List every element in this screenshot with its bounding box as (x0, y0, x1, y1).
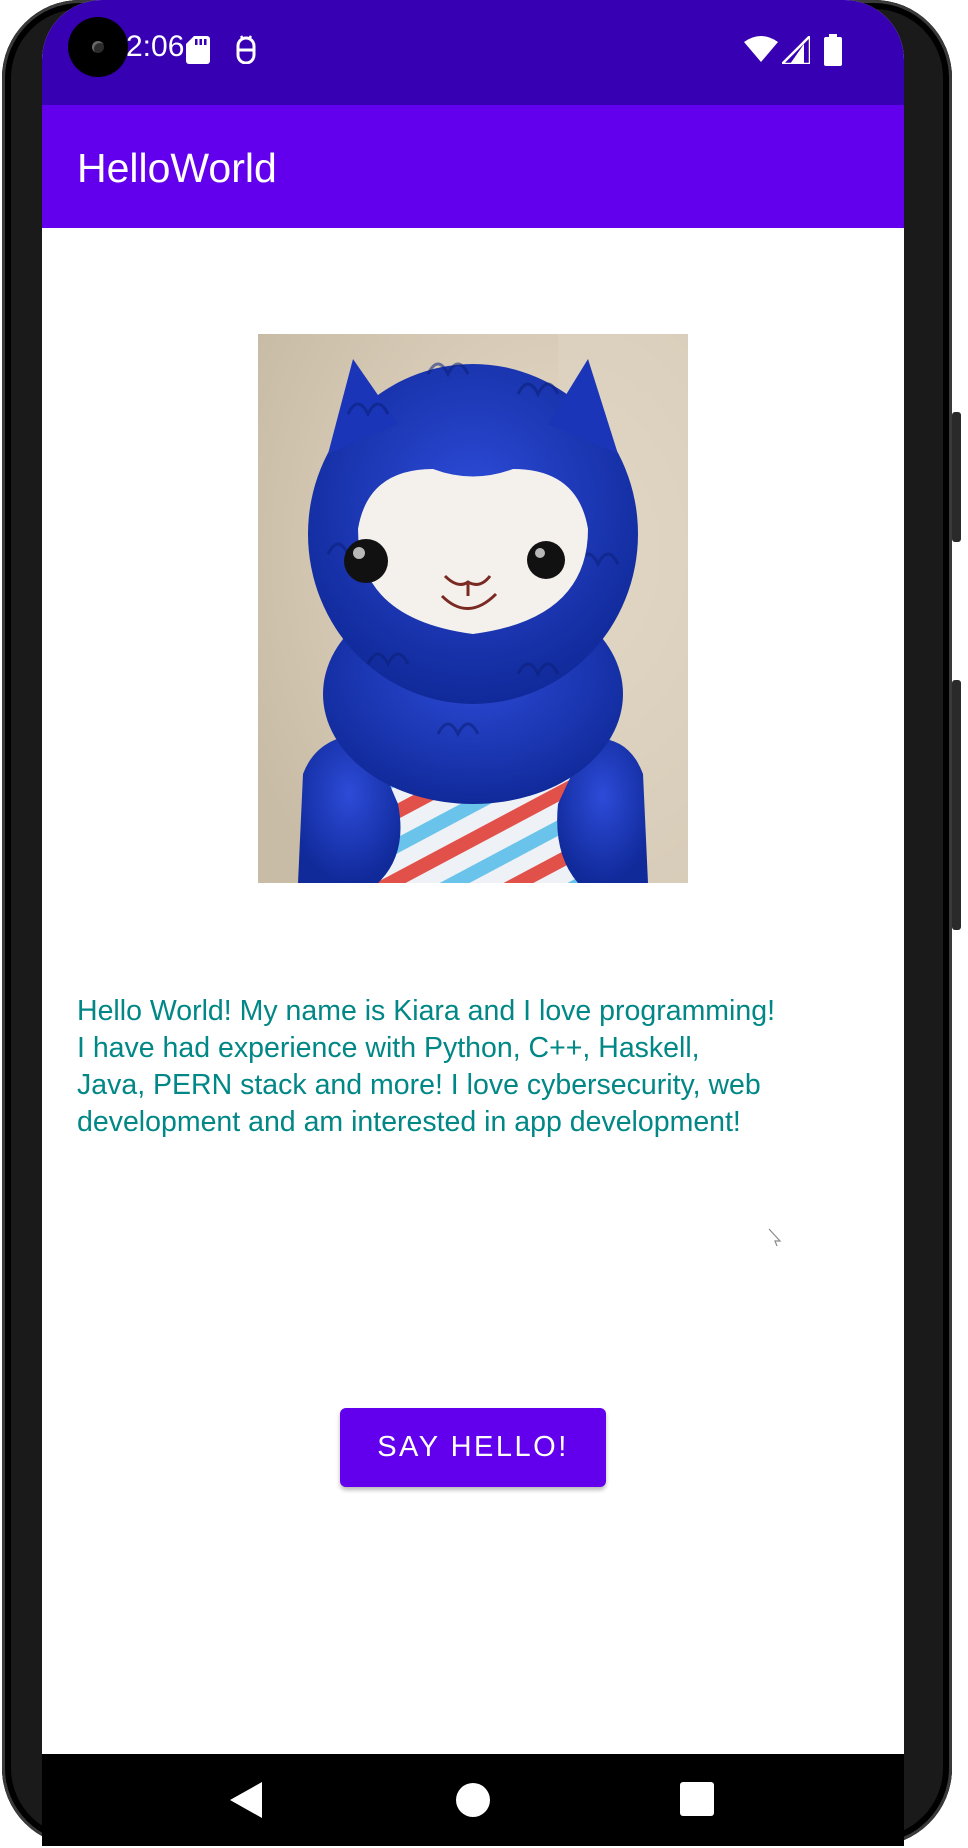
mouse-pointer-icon (768, 1228, 782, 1253)
sd-card-icon (186, 36, 210, 69)
say-hello-button[interactable]: SAY HELLO! (340, 1408, 606, 1487)
home-icon[interactable] (455, 1782, 491, 1823)
battery-icon (824, 34, 842, 71)
phone-side-button (952, 680, 961, 930)
blue-alpaca-plush-photo (258, 334, 688, 883)
intro-text: Hello World! My name is Kiara and I love… (77, 995, 775, 1138)
front-camera (68, 17, 128, 77)
app-title: HelloWorld (77, 145, 277, 191)
cellular-signal-icon (778, 32, 812, 69)
recents-icon[interactable] (680, 1782, 714, 1821)
back-icon[interactable] (230, 1782, 262, 1823)
wifi-icon (744, 36, 778, 67)
phone-side-button (952, 412, 961, 542)
emulator-stage: 2:06 HelloWorld Hello World! My name is … (0, 0, 968, 1848)
navigation-bar (42, 1754, 904, 1846)
phone-screen: 2:06 HelloWorld Hello World! My name is … (42, 0, 904, 1754)
android-debug-icon (234, 34, 258, 69)
status-time: 2:06 (126, 30, 185, 63)
